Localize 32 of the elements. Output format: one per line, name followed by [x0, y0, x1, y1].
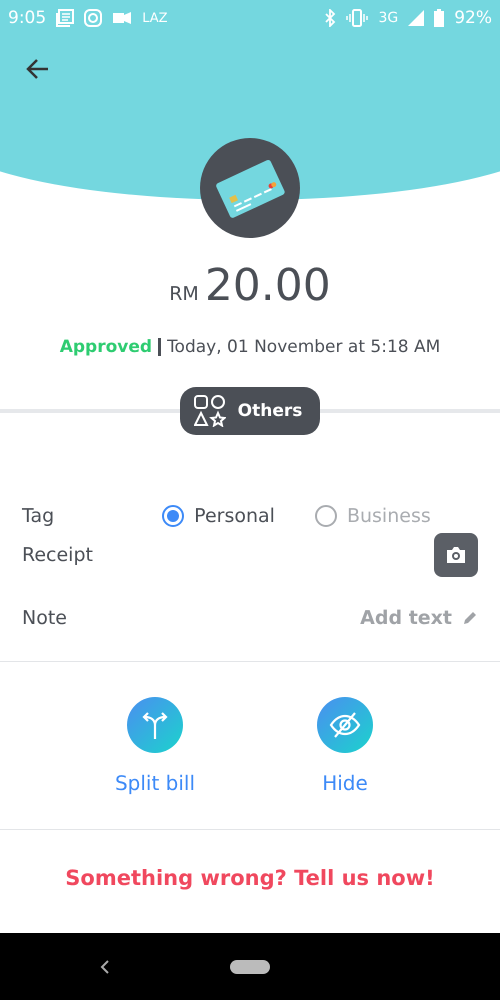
tag-option[interactable]: Personal: [162, 505, 275, 527]
receipt-label: Receipt: [22, 544, 93, 566]
home-button[interactable]: [230, 960, 270, 974]
back-nav-icon[interactable]: [100, 960, 110, 974]
amount: 20.00: [204, 260, 331, 311]
shapes-icon: [194, 395, 226, 427]
pencil-icon: [462, 610, 478, 626]
status-time: 9:05: [8, 8, 46, 28]
split-arrow-icon: [141, 710, 169, 740]
add-text-button[interactable]: Add text: [360, 607, 478, 629]
signal-icon: [408, 10, 424, 26]
camera-icon: [445, 546, 467, 564]
category-pill[interactable]: Others: [180, 387, 320, 435]
vibrate-icon: [346, 9, 368, 27]
currency: RM: [169, 283, 199, 305]
transaction-status: Approved: [60, 337, 152, 357]
report-link[interactable]: Something wrong? Tell us now!: [65, 866, 435, 890]
tag-label: Tag: [22, 505, 54, 527]
news-icon: [56, 9, 74, 27]
hidden-eye-icon: [329, 711, 361, 739]
battery-level: 92%: [454, 8, 492, 28]
tag-option[interactable]: Business: [314, 505, 431, 527]
bluetooth-icon: [324, 9, 336, 27]
camera-button[interactable]: [434, 533, 478, 577]
transaction-date: Today, 01 November at 5:18 AM: [167, 337, 440, 357]
network-type: 3G: [378, 10, 398, 26]
split-bill-button[interactable]: Split bill: [105, 697, 205, 795]
camera-app-icon: [84, 9, 102, 27]
hide-button[interactable]: Hide: [295, 697, 395, 795]
battery-icon: [434, 9, 444, 27]
app-label: LAZ: [142, 10, 168, 26]
note-label: Note: [22, 607, 67, 629]
